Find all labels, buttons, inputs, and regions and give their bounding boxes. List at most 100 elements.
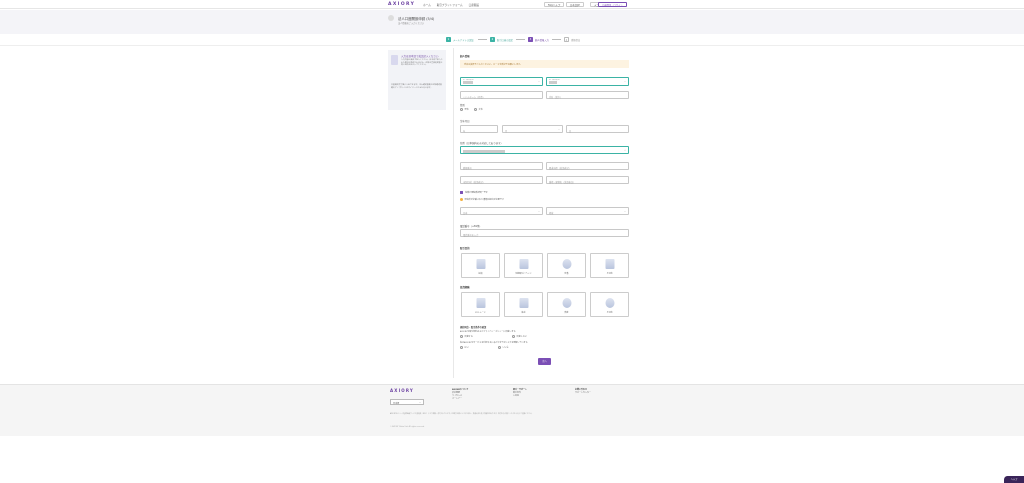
agree-text: 私はAXIORYのサービスを利用するにあたり全てのリスクを理解しています。 (460, 342, 530, 344)
radio-icon (498, 346, 501, 349)
page-hero (0, 10, 1024, 34)
address-search-input[interactable]: ⌕ (460, 146, 629, 154)
chevron-down-icon: ⌄ (557, 128, 560, 132)
dob-year-select[interactable]: 年 (460, 125, 498, 133)
footer-col-about: AXIORYについて 会社概要 ライセンス パートナー (452, 389, 468, 401)
address-warning: 現住所が記載された書類の提出が必要です (460, 198, 504, 201)
agree-no-radio[interactable]: いいえ (498, 346, 509, 349)
radio-label: 女性 (478, 109, 483, 111)
step-label: メールアドレス認証 (453, 38, 474, 42)
last-name-value (549, 81, 557, 84)
radio-icon (460, 108, 463, 111)
phone-input[interactable]: 電話番号を入力 (460, 229, 629, 237)
card-caption: その他 (606, 311, 613, 314)
footer-legal-text: AXIORYはベリーズ国際金融サービス委員会（IFSC）により規制・認可されてい… (390, 414, 534, 415)
region-value: 地域 (549, 211, 554, 215)
consent-text: AXIORYの取引規約およびプライバシーポリシーに同意します。 (460, 331, 518, 333)
card-caption: 短期取引／ヘッジ (515, 272, 532, 275)
experience-card-fx[interactable]: FXトレード (461, 292, 500, 317)
purpose-card-hedge[interactable]: 短期取引／ヘッジ (504, 253, 543, 278)
language-value: 日本語 (393, 402, 400, 405)
phone-placeholder: 電話番号を入力 (463, 233, 479, 237)
first-name-label: 名（英語表記） (463, 79, 475, 81)
nav-item-open-account[interactable]: 口座開設 (469, 3, 479, 7)
city-input[interactable]: 市区町村（英語表記） (460, 176, 543, 184)
language-button[interactable]: 日本語/JP (566, 1, 584, 7)
gender-male-radio[interactable]: 男性 (460, 108, 469, 111)
consent-label: 規約同意・取引条件の確認 (460, 326, 487, 329)
agree-yes-radio[interactable]: はい (460, 346, 469, 349)
same-address-checkbox[interactable] (460, 191, 464, 195)
dob-month-value: 月 (505, 129, 508, 133)
search-icon: ⌕ (624, 149, 626, 153)
card-caption: 債券 (564, 311, 569, 314)
step-number: 3 (528, 37, 533, 42)
gender-female-radio[interactable]: 女性 (474, 108, 483, 111)
prefecture-placeholder: 都道府県（英語表記） (549, 166, 571, 170)
purpose-label: 取引目的 (460, 247, 470, 250)
globe-icon (605, 298, 614, 308)
last-name-input[interactable]: 姓（英語表記） ⌄ (546, 77, 629, 86)
consent-yes-radio[interactable]: 同意する (460, 335, 473, 338)
footer-logo[interactable]: AXIORY (390, 388, 414, 393)
card-caption: FXトレード (475, 311, 486, 314)
prefecture-input[interactable]: 都道府県（英語表記） (546, 162, 629, 170)
radio-label: 同意しない (516, 336, 527, 338)
submit-button[interactable]: 次へ (538, 358, 551, 365)
dob-year-value: 年 (463, 129, 466, 133)
middle-name-input[interactable]: ミドルネーム（任意） (460, 91, 543, 99)
radio-icon (512, 335, 515, 338)
card-caption: 株式 (521, 311, 526, 314)
experience-label: 投資経験 (460, 286, 470, 289)
footer-link[interactable]: サポートセンター (575, 392, 591, 395)
bar-chart-icon (519, 298, 528, 308)
postal-code-input[interactable]: 郵便番号 (460, 162, 543, 170)
experience-card-other[interactable]: その他 (590, 292, 629, 317)
step-number: 1 (446, 37, 451, 42)
site-logo[interactable]: AXIORY (388, 2, 415, 7)
chevron-down-icon: ⌄ (623, 80, 626, 84)
dob-month-select[interactable]: 月 ⌄ (502, 125, 563, 133)
step-label: 書類提出 (571, 38, 581, 42)
footer-link[interactable]: パートナー (452, 398, 468, 401)
phone-label: 電話番号（+81等） (460, 225, 482, 228)
top-nav: ホーム 取引プラットフォーム 口座開設 (423, 3, 479, 7)
dob-day-select[interactable]: 日 (566, 125, 629, 133)
region-select[interactable]: 地域 ⌄ (546, 207, 629, 215)
gender-label: 性別 (460, 104, 465, 107)
nav-item-home[interactable]: ホーム (423, 3, 431, 7)
buildings-icon (605, 259, 614, 269)
footer-link[interactable]: 入出金 (513, 395, 527, 398)
info-heading: 入力は日本語で英語記入ください (401, 55, 439, 58)
step-connector (478, 39, 487, 40)
street-input[interactable]: 番地・建物名（英語表記） (546, 176, 629, 184)
first-name-input[interactable]: 名（英語表記） ⌄ (460, 77, 543, 86)
dob-label: 生年月日 (460, 120, 470, 123)
same-address-label: 住所と現住所が同一です (465, 192, 488, 194)
chevron-down-icon: ⌄ (418, 401, 421, 405)
footer-copyright: © AXIORY Global Ltd. All rights reserved… (390, 426, 425, 428)
nav-item-platforms[interactable]: 取引プラットフォーム (437, 3, 463, 7)
city-placeholder: 市区町村（英語表記） (463, 180, 485, 184)
kanji-name-placeholder: 氏名（漢字） (549, 95, 563, 99)
purpose-card-savings[interactable]: 貯蓄 (547, 253, 586, 278)
help-chat-button[interactable]: ヘルプ (1004, 476, 1024, 483)
kanji-name-input[interactable]: 氏名（漢字） (546, 91, 629, 99)
scales-icon (562, 298, 571, 308)
footer-language-select[interactable]: 日本語 ⌄ (390, 399, 424, 405)
purpose-card-invest[interactable]: 投資 (461, 253, 500, 278)
radio-icon (460, 335, 463, 338)
purpose-card-other[interactable]: その他 (590, 253, 629, 278)
experience-card-stocks[interactable]: 株式 (504, 292, 543, 317)
experience-card-bonds[interactable]: 債券 (547, 292, 586, 317)
street-placeholder: 番地・建物名（英語表記） (549, 180, 576, 184)
info-body: 入力内容は英語で記入ください。日本語で記入された場合は承認されません。住所は登録… (401, 59, 443, 67)
postal-placeholder: 郵便番号 (463, 166, 472, 170)
chevron-down-icon: ⌄ (537, 210, 540, 214)
faq-button[interactable]: FAQ/ヘルプ (544, 1, 565, 7)
notice-text: 氏名は英語でご入力ください。ローマ字表記でお願いします。 (464, 63, 522, 66)
country-select[interactable]: 日本 ⌄ (460, 207, 543, 215)
radio-label: いいえ (502, 347, 509, 349)
signup-button[interactable]: 口座開設／ログイン (598, 1, 627, 7)
consent-no-radio[interactable]: 同意しない (512, 335, 527, 338)
